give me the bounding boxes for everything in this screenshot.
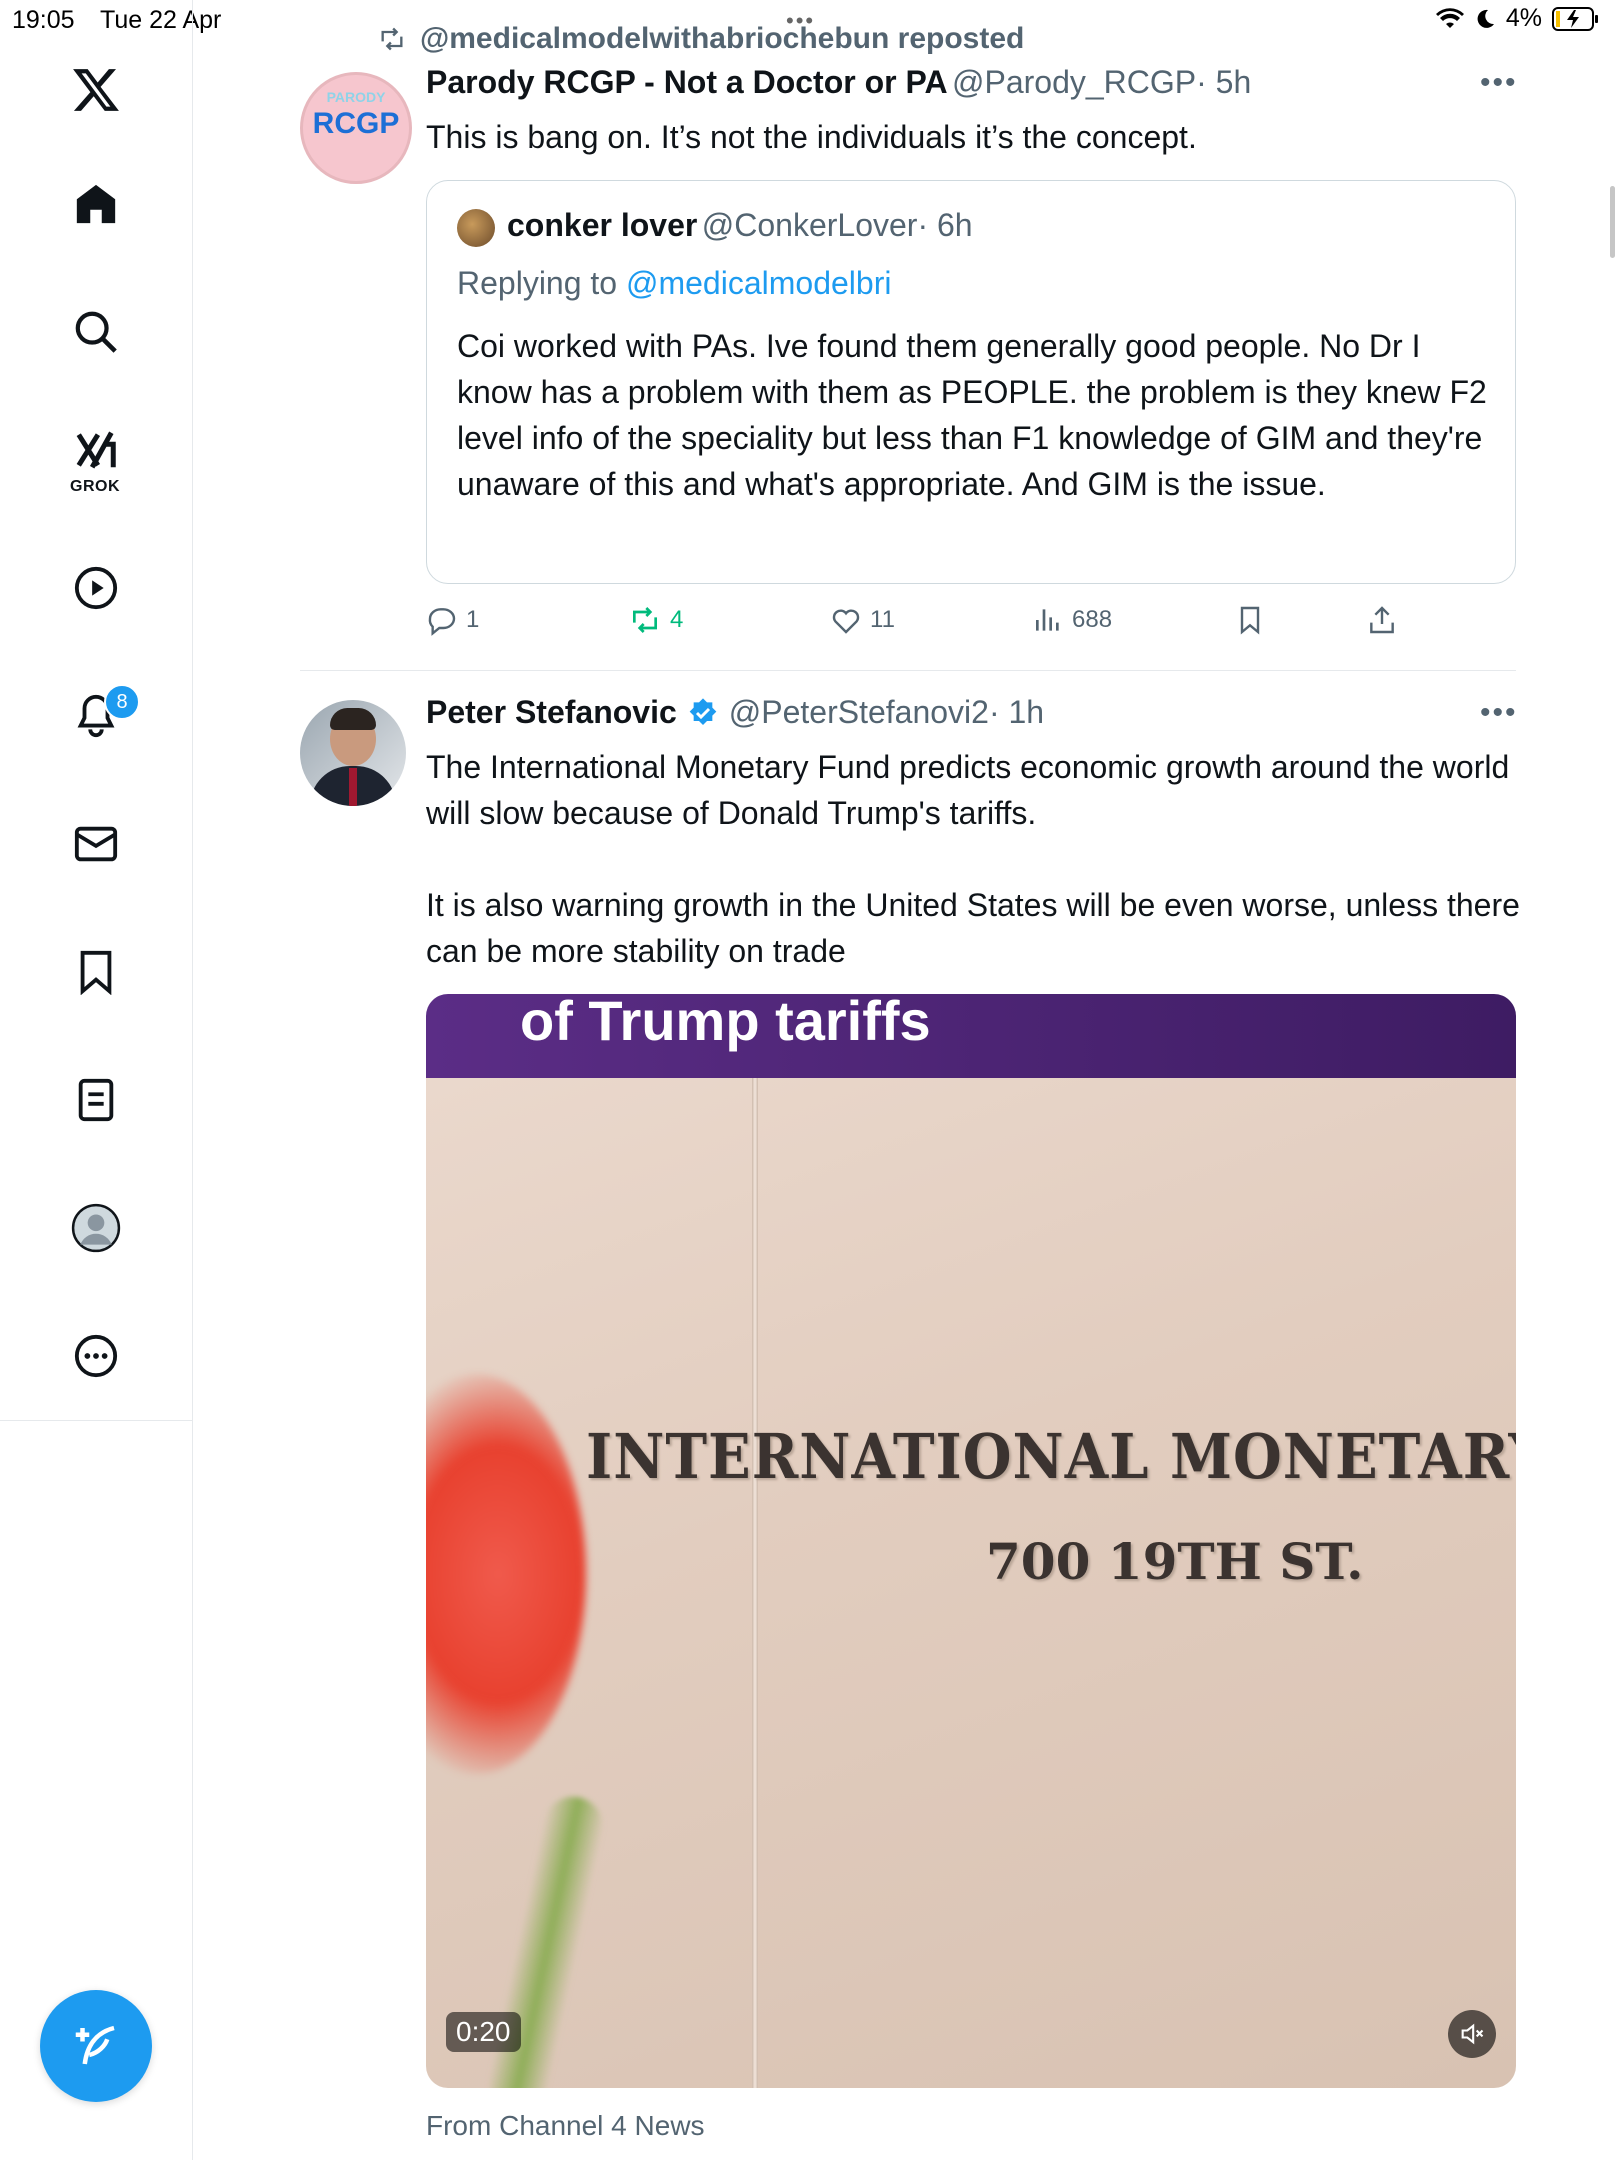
tweet2-name[interactable]: Peter Stefanovic: [426, 694, 677, 731]
verified-badge-icon: [689, 697, 717, 725]
x-logo-icon[interactable]: [66, 60, 126, 120]
list-icon[interactable]: [66, 1070, 126, 1130]
media-source[interactable]: From Channel 4 News: [426, 2110, 705, 2142]
tweet2-more-icon[interactable]: •••: [1480, 696, 1518, 730]
wall-seam: [752, 1078, 758, 2088]
quote-replying: Replying to @medicalmodelbri: [457, 265, 891, 302]
profile-icon[interactable]: [66, 1198, 126, 1258]
tweet2-text-2: It is also warning growth in the United …: [426, 887, 1520, 969]
notification-badge: 8: [104, 684, 140, 720]
quote-name: conker lover: [507, 207, 698, 243]
sidebar: GROK 8: [0, 0, 193, 2160]
bookmark-icon: [1240, 606, 1260, 635]
wifi-icon: [1435, 7, 1464, 28]
sign-line-1: INTERNATIONAL MONETARY: [586, 1420, 1516, 1494]
compose-icon: [75, 2025, 115, 2065]
tweet2-text-1: The International Monetary Fund predicts…: [426, 749, 1510, 831]
video-caption-banner: of Trump tariffs: [426, 994, 1516, 1078]
avatar-parody-text: PARODY: [326, 89, 386, 105]
quote-time: · 6h: [917, 207, 973, 243]
speaker-muted-icon: [1461, 2023, 1484, 2045]
quoted-tweet[interactable]: conker lover @ConkerLover· 6h Replying t…: [426, 180, 1516, 584]
tweet1-text: This is bang on. It’s not the individual…: [426, 119, 1197, 155]
repost-label: @medicalmodelwithabriochebun reposted: [420, 22, 1025, 55]
battery-icon: [1552, 6, 1598, 31]
tweet1-name[interactable]: Parody RCGP - Not a Doctor or PA: [426, 64, 948, 100]
tweet1-avatar[interactable]: PARODY RCGP: [300, 72, 412, 184]
tweet2-avatar[interactable]: [300, 700, 406, 806]
repost-icon: [381, 27, 403, 51]
like-count: 11: [870, 606, 895, 633]
quote-avatar: [457, 209, 495, 247]
tweet1-handle[interactable]: @Parody_RCGP: [952, 64, 1196, 100]
quote-text: Coi worked with PAs. Ive found them gene…: [457, 328, 1487, 502]
scrollbar[interactable]: [1610, 186, 1615, 258]
share-button[interactable]: [1366, 604, 1398, 636]
heart-icon: [832, 609, 860, 634]
repost-count: 4: [670, 606, 684, 633]
repost-button[interactable]: 4: [628, 604, 683, 636]
replying-prefix: Replying to: [457, 265, 626, 301]
tweet1-time[interactable]: · 5h: [1196, 64, 1251, 100]
share-icon: [1370, 606, 1394, 634]
repost-icon: [633, 607, 657, 633]
video-player[interactable]: INTERNATIONAL MONETARY 700 19TH ST. of T…: [426, 994, 1516, 2088]
video-duration: 0:20: [446, 2012, 521, 2052]
moon-icon: [1477, 9, 1494, 28]
views-count: 688: [1072, 606, 1113, 633]
tweet2-header: Peter Stefanovic @PeterStefanovi2· 1h: [426, 694, 1044, 731]
reply-count: 1: [466, 606, 480, 633]
video-caption: of Trump tariffs: [520, 994, 931, 1052]
grok-icon[interactable]: [66, 420, 126, 480]
views-button[interactable]: 688: [1032, 604, 1112, 636]
avatar-hair: [330, 708, 376, 730]
like-button[interactable]: 11: [830, 604, 895, 636]
battery-percent: 4%: [1505, 4, 1542, 32]
quote-handle: @ConkerLover: [701, 207, 918, 243]
tweet1-header: Parody RCGP - Not a Doctor or PA @Parody…: [426, 64, 1251, 101]
quote-header: conker lover @ConkerLover· 6h: [507, 207, 973, 244]
repost-context[interactable]: @medicalmodelwithabriochebun reposted: [376, 22, 1024, 56]
avatar-tie: [349, 768, 357, 806]
tweet1-actions: 1 4 11 688: [426, 600, 1426, 644]
home-icon[interactable]: [66, 174, 126, 234]
grok-label: GROK: [70, 478, 120, 495]
play-icon[interactable]: [66, 558, 126, 618]
sidebar-divider: [0, 1420, 192, 1421]
status-right: 4%: [1435, 4, 1600, 33]
bookmark-button[interactable]: [1234, 604, 1266, 636]
tweet1-more-icon[interactable]: •••: [1480, 66, 1518, 100]
compose-button[interactable]: [40, 1990, 152, 2102]
tweet-separator: [300, 670, 1516, 671]
views-icon: [1036, 609, 1059, 631]
replying-to-link[interactable]: @medicalmodelbri: [626, 265, 891, 301]
reply-button[interactable]: 1: [426, 604, 479, 636]
tweet2-handle[interactable]: @PeterStefanovi2: [729, 694, 989, 730]
more-icon[interactable]: [66, 1326, 126, 1386]
search-icon[interactable]: [66, 302, 126, 362]
mail-icon[interactable]: [66, 814, 126, 874]
mute-button[interactable]: [1448, 2010, 1496, 2058]
tweet2-time[interactable]: · 1h: [989, 694, 1044, 730]
sign-line-2: 700 19TH ST.: [986, 1532, 1364, 1591]
avatar-rcgp-text: RCGP: [312, 107, 400, 140]
bookmark-icon[interactable]: [66, 942, 126, 1002]
reply-icon: [428, 608, 456, 636]
